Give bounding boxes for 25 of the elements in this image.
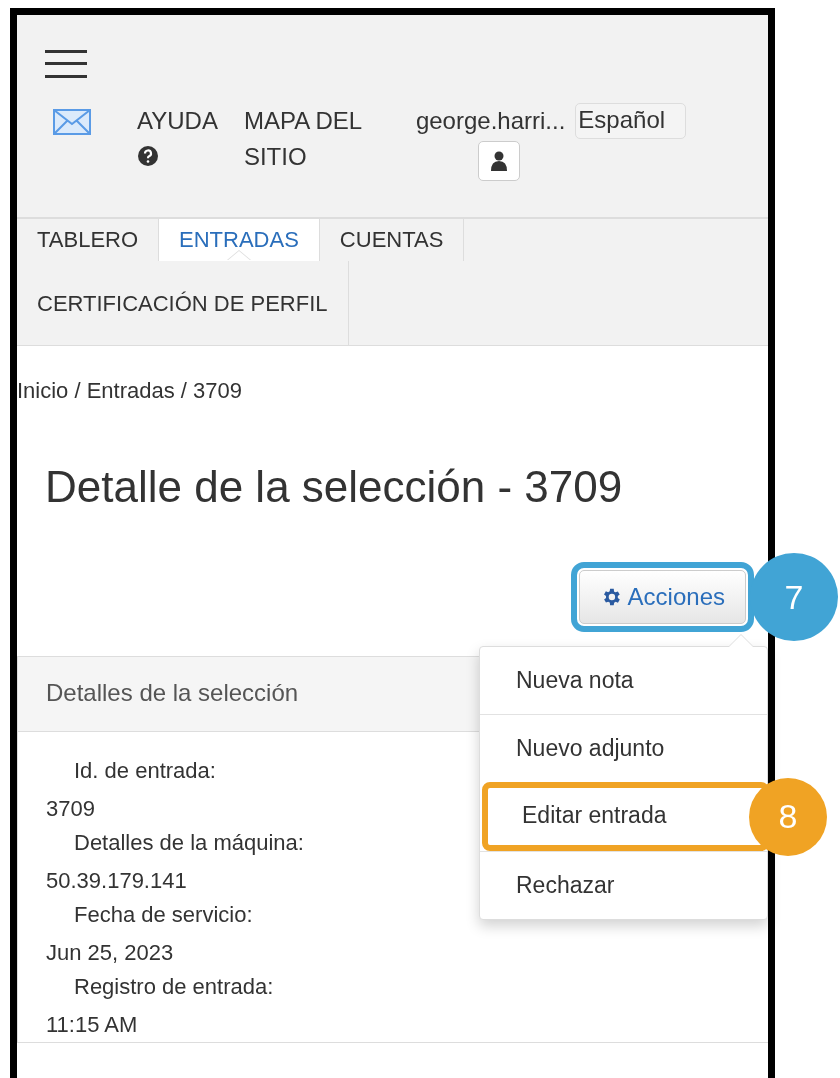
user-button[interactable] <box>477 141 520 181</box>
field-label: Detalles de la máquina: <box>73 829 305 857</box>
breadcrumb: Inicio / Entradas / 3709 <box>17 378 244 404</box>
nav-tab[interactable]: CUENTAS <box>319 219 465 261</box>
sitemap-link[interactable]: MAPA DEL SITIO <box>243 103 394 175</box>
nav-tab[interactable]: CERTIFICACIÓN DE PERFIL <box>17 261 349 345</box>
menu-icon[interactable] <box>45 49 87 79</box>
field-value: Jun 25, 2023 <box>46 939 174 967</box>
nav-tab[interactable]: ENTRADAS <box>159 219 320 261</box>
field-value: 3709 <box>46 795 95 823</box>
page-title: Detalle de la selección - 3709 <box>45 462 624 512</box>
username-link[interactable]: george.harri... <box>415 103 566 139</box>
field-label: Registro de entrada: <box>73 973 275 1001</box>
question-icon <box>137 145 159 167</box>
field-value: 11:15 AM <box>46 1011 138 1039</box>
field-value: 50.39.179.141 <box>46 867 187 895</box>
language-select[interactable]: Español <box>575 103 687 139</box>
step-number-badge: 8 <box>749 777 827 856</box>
user-icon <box>490 151 507 171</box>
menu-item[interactable]: Rechazar <box>480 851 767 919</box>
menu-item[interactable]: Editar entrada <box>482 782 769 851</box>
step-number-badge: 7 <box>750 553 838 641</box>
field-label: Id. de entrada: <box>73 757 217 785</box>
field-label: Fecha de servicio: <box>73 901 254 929</box>
help-link[interactable]: AYUDA <box>137 103 218 139</box>
